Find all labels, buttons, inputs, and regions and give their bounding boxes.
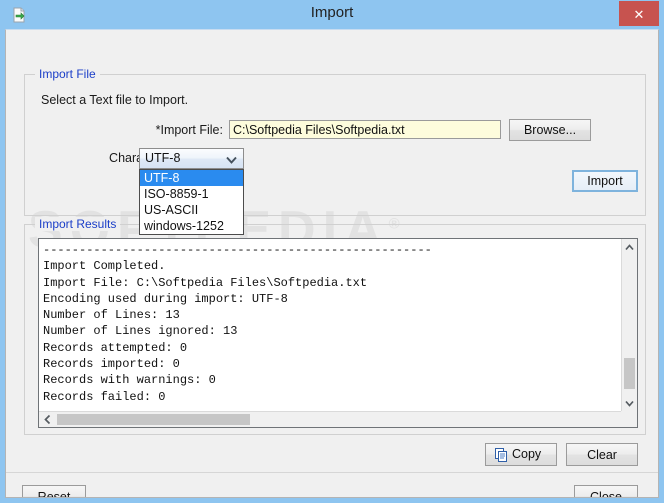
character-encoding-combobox[interactable]: UTF-8 <box>139 148 244 169</box>
encoding-option-2[interactable]: US-ASCII <box>140 202 243 218</box>
reset-button[interactable]: Reset <box>22 485 86 497</box>
dialog-client-area: SOFTPEDIA® Import File Select a Text fil… <box>5 29 659 498</box>
copy-icon <box>494 447 510 463</box>
copy-button[interactable]: Copy <box>485 443 557 466</box>
clear-button[interactable]: Clear <box>566 443 638 466</box>
import-file-label: *Import File: <box>155 123 223 137</box>
close-button[interactable]: Close <box>574 485 638 497</box>
scrollbar-corner <box>621 411 637 427</box>
import-dialog-window: Import ✕ SOFTPEDIA® Import File Select a… <box>0 0 664 503</box>
import-results-group-label: Import Results <box>35 217 121 231</box>
window-title: Import <box>310 4 354 21</box>
encoding-option-3[interactable]: windows-1252 <box>140 218 243 234</box>
scroll-up-icon[interactable] <box>622 239 637 256</box>
close-icon[interactable]: ✕ <box>619 1 659 26</box>
import-file-group-label: Import File <box>35 67 100 81</box>
scroll-left-icon[interactable] <box>39 412 56 427</box>
encoding-option-1[interactable]: ISO-8859-1 <box>140 186 243 202</box>
results-horizontal-scrollbar[interactable] <box>39 411 637 427</box>
import-file-input[interactable] <box>229 120 501 139</box>
import-file-groupbox: Import File Select a Text file to Import… <box>24 67 646 216</box>
character-encoding-dropdown-list[interactable]: UTF-8 ISO-8859-1 US-ASCII windows-1252 <box>139 169 244 235</box>
browse-button[interactable]: Browse... <box>509 119 591 141</box>
encoding-option-0[interactable]: UTF-8 <box>140 170 243 186</box>
chevron-down-icon <box>226 154 237 164</box>
character-encoding-value: UTF-8 <box>145 151 181 165</box>
import-results-text[interactable]: ----------------------------------------… <box>39 239 622 412</box>
copy-button-label: Copy <box>512 447 542 461</box>
scroll-down-icon[interactable] <box>622 395 637 412</box>
results-horizontal-scroll-thumb[interactable] <box>57 414 250 425</box>
import-file-hint: Select a Text file to Import. <box>41 93 189 107</box>
title-bar: Import ✕ <box>0 0 664 29</box>
footer-divider <box>6 472 658 473</box>
import-results-textarea-wrapper: ----------------------------------------… <box>38 238 638 428</box>
results-vertical-scroll-thumb[interactable] <box>624 358 635 389</box>
results-vertical-scrollbar[interactable] <box>621 239 637 412</box>
